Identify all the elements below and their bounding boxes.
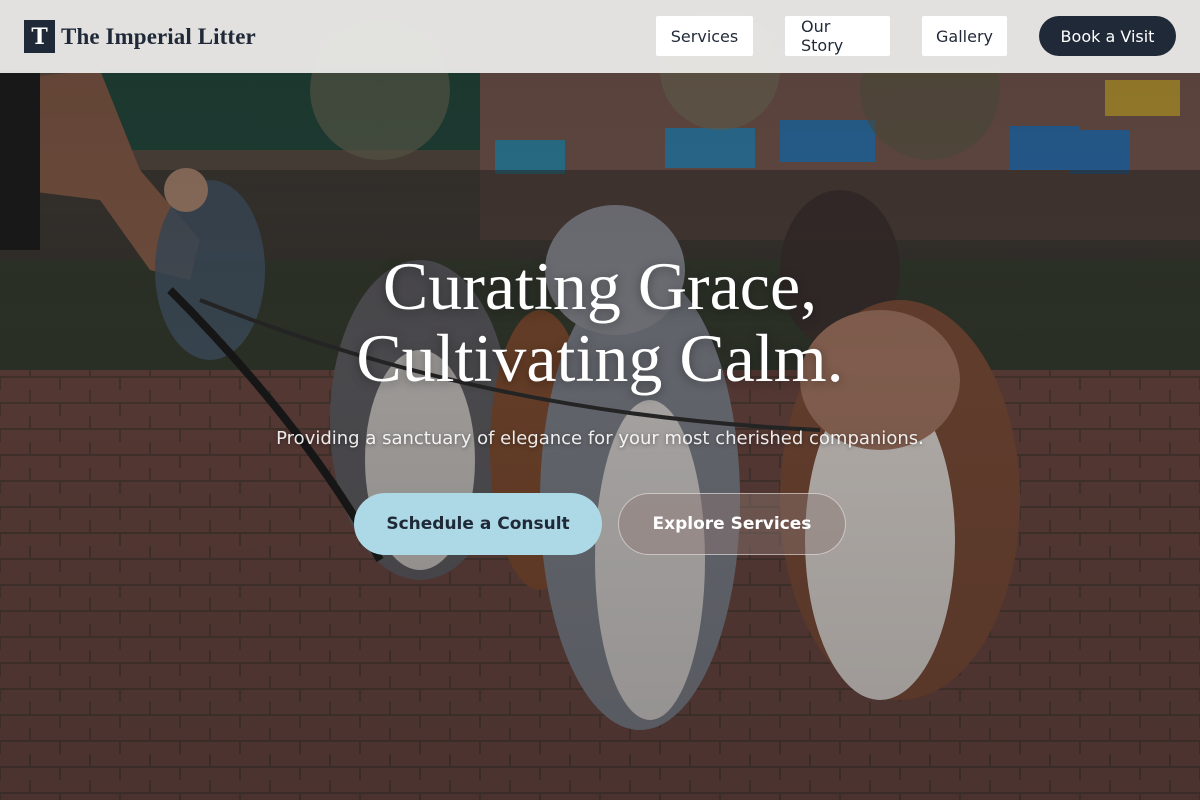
schedule-consult-button[interactable]: Schedule a Consult <box>354 493 602 555</box>
brand-logo[interactable]: T The Imperial Litter <box>24 20 256 53</box>
nav-link-services[interactable]: Services <box>656 16 753 56</box>
hero-cta-row: Schedule a Consult Explore Services <box>0 493 1200 555</box>
nav-link-gallery[interactable]: Gallery <box>922 16 1007 56</box>
hero-headline-line2: Cultivating Calm. <box>356 320 844 396</box>
hero-content: Curating Grace, Cultivating Calm. Provid… <box>0 250 1200 555</box>
hero-headline-line1: Curating Grace, <box>382 248 818 324</box>
brand-mark-icon: T <box>24 20 55 53</box>
top-navbar: T The Imperial Litter Services Our Story… <box>0 0 1200 73</box>
nav-link-our-story[interactable]: Our Story <box>785 16 890 56</box>
nav-links: Services Our Story Gallery Book a Visit <box>656 16 1176 56</box>
hero-headline: Curating Grace, Cultivating Calm. <box>0 250 1200 394</box>
book-a-visit-button[interactable]: Book a Visit <box>1039 16 1176 56</box>
brand-name: The Imperial Litter <box>61 23 256 49</box>
hero-subtitle: Providing a sanctuary of elegance for yo… <box>276 428 924 449</box>
explore-services-button[interactable]: Explore Services <box>618 493 846 555</box>
